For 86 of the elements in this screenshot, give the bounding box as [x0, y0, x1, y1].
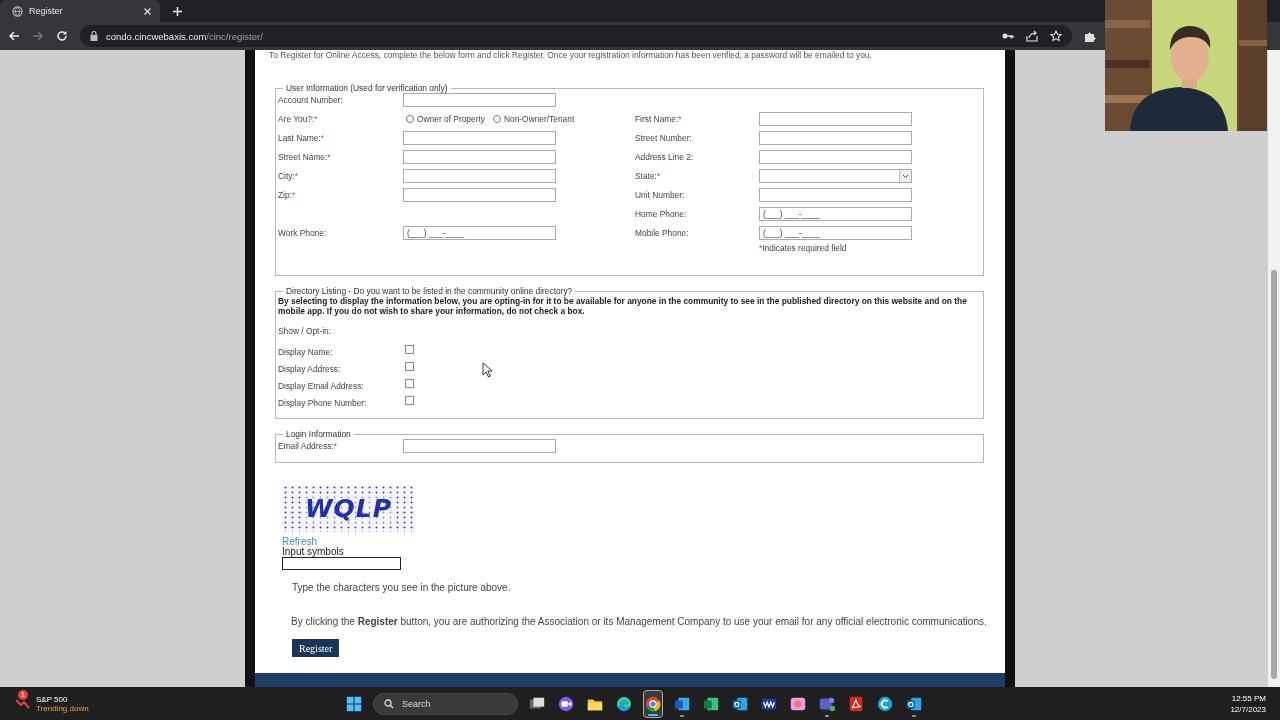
field-label: Display Name:: [278, 346, 334, 357]
field-label: Are You?:*: [278, 114, 319, 124]
pdf-app-icon[interactable]: [847, 694, 865, 713]
field-label: First Name:*: [635, 114, 683, 124]
field-label: Input symbols: [282, 547, 345, 557]
search-icon: [384, 698, 394, 709]
text-field[interactable]: [403, 93, 556, 107]
share-icon[interactable]: [1026, 30, 1038, 42]
key-icon[interactable]: [1002, 31, 1014, 41]
field-label: Mobile Phone:: [635, 228, 690, 238]
running-indicator: [680, 714, 684, 717]
field-label: Last Name:*: [278, 133, 326, 143]
widget-title: S&P 500: [36, 694, 69, 704]
radio-button[interactable]: [492, 115, 501, 123]
globe-icon: [12, 5, 23, 17]
phone-field[interactable]: (___) ___-____: [759, 207, 912, 221]
field-label: Work Phone:: [278, 228, 328, 238]
consent-text: By clicking the Register button, you are authorizing the Association or its Management Company to use your email for any official electronic communications.: [291, 616, 984, 627]
field-label: Street Name:*: [278, 152, 332, 162]
checkbox[interactable]: [405, 379, 414, 388]
field-label: Display Email Address:: [278, 380, 365, 391]
field-label: Zip:*: [278, 190, 297, 200]
clock-time: 12:55 PM: [1230, 693, 1266, 704]
captcha-text: WQLP: [304, 494, 393, 523]
register-button[interactable]: Register: [292, 639, 340, 657]
back-icon[interactable]: [8, 30, 20, 42]
field-label: Account Number:: [278, 95, 344, 105]
text-field[interactable]: [403, 439, 556, 453]
swirl-icon[interactable]: [615, 694, 633, 713]
notice-text: By selecting to display the information below, you are opting-in for it to be available for anyone in the community to see in the published directory on this website and on the mobile app. If you do not wish to share your information, do not check a box.: [278, 296, 968, 316]
lock-icon: [90, 31, 98, 41]
forward-icon[interactable]: [32, 30, 44, 42]
text-field[interactable]: [403, 188, 556, 202]
section-legend: Login Information: [283, 429, 354, 439]
text-field[interactable]: [759, 150, 912, 164]
ring-app-icon[interactable]: [876, 694, 894, 713]
running-indicator: [912, 714, 916, 717]
reload-icon[interactable]: [56, 30, 68, 42]
text-field[interactable]: [403, 131, 556, 145]
section-legend: User Information (Used for verification only): [283, 83, 451, 93]
radio-label: Owner of Property: [417, 114, 485, 124]
checkbox[interactable]: [405, 396, 414, 405]
section-legend: Directory Listing - Do you want to be listed in the community online directory?: [283, 286, 576, 296]
radio-button[interactable]: [406, 115, 414, 123]
field-label: Unit Number:: [635, 190, 686, 200]
field-label: Email Address:*: [278, 441, 339, 451]
refresh-link[interactable]: Refresh: [282, 536, 317, 547]
text-field[interactable]: [403, 150, 556, 164]
required-note: *Indicates required field: [759, 243, 848, 253]
checkbox[interactable]: [405, 345, 414, 354]
star-icon[interactable]: [1050, 30, 1062, 42]
text-field[interactable]: [759, 131, 912, 145]
phone-field[interactable]: (___) ___-____: [403, 226, 556, 240]
field-label: Home Phone:: [635, 209, 688, 219]
browser-circle-icon[interactable]: [644, 694, 662, 713]
running-indicator: [825, 714, 829, 717]
intro-text: To Register for Online Access, complete the below form and click Register. Once your registration information has been verified, a password will be emailed to you.: [269, 50, 873, 60]
text-field[interactable]: [403, 169, 556, 183]
captcha-field[interactable]: [282, 557, 401, 570]
field-label: Address Line 2:: [635, 152, 695, 162]
checkbox[interactable]: [405, 362, 414, 371]
search-field[interactable]: Search: [373, 692, 518, 715]
windows-icon[interactable]: [345, 694, 363, 713]
address-bar[interactable]: condo.cincwebaxis.com/cinc/register/: [80, 25, 1072, 47]
url-text: condo.cincwebaxis.com/cinc/register/: [106, 30, 264, 42]
text-field[interactable]: [759, 112, 912, 126]
close-icon[interactable]: [143, 6, 152, 16]
field-label: Show / Opt-in:: [278, 326, 333, 336]
clock-date: 12/7/2023: [1230, 704, 1266, 715]
cursor-icon: [482, 362, 493, 378]
field-label: State:*: [635, 171, 662, 181]
scrollbar[interactable]: [1268, 50, 1280, 687]
puzzle-icon[interactable]: [1084, 30, 1096, 42]
field-label: Display Address:: [278, 363, 342, 374]
radio-label: Non-Owner/Tenant: [503, 114, 575, 124]
field-label: Street Number:: [635, 133, 693, 143]
widget-subtitle: Trending down: [36, 703, 89, 713]
new-tab-icon[interactable]: [172, 6, 183, 17]
browser-tab[interactable]: Register: [0, 0, 160, 22]
field-label: Display Phone Number:: [278, 397, 368, 408]
text-field[interactable]: [759, 188, 912, 202]
hint-text: Type the characters you see in the picture above.: [292, 582, 512, 593]
video-camera-icon[interactable]: [557, 694, 575, 713]
phone-field[interactable]: (___) ___-____: [759, 226, 912, 240]
running-indicator: [648, 713, 658, 716]
field-label: City:*: [278, 171, 299, 181]
